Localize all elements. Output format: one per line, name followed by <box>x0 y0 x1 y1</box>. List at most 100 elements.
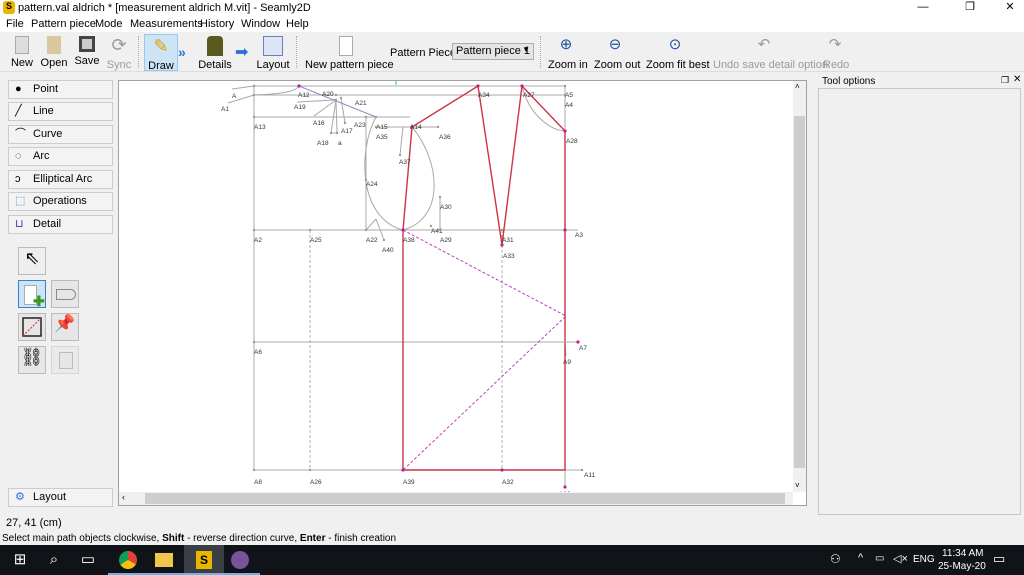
pattern-point[interactable] <box>401 228 405 232</box>
volume-muted-icon[interactable]: ◁× <box>893 552 908 565</box>
clock-time[interactable]: 11:34 AM <box>942 548 984 559</box>
point-label[interactable]: A3 <box>575 232 583 239</box>
pattern-point[interactable] <box>398 153 402 157</box>
point-label[interactable]: A13 <box>254 124 266 131</box>
file-explorer-icon[interactable] <box>144 545 184 575</box>
pattern-point[interactable] <box>438 195 442 199</box>
pattern-point[interactable] <box>343 121 347 125</box>
point-label[interactable]: A12 <box>298 92 310 99</box>
point-label[interactable]: A33 <box>503 253 515 260</box>
point-label[interactable]: A39 <box>403 479 415 486</box>
pattern-point[interactable] <box>252 93 256 97</box>
pattern-point[interactable] <box>476 84 480 88</box>
arrow-tool-button[interactable]: ⇖ <box>18 247 46 275</box>
pattern-point[interactable] <box>334 98 338 102</box>
group-operations[interactable]: ⬚ Operations <box>8 192 113 211</box>
group-point[interactable]: ● Point <box>8 80 113 99</box>
task-view-icon[interactable]: ▭ <box>68 545 108 575</box>
open-button[interactable]: Open <box>40 34 68 71</box>
point-label[interactable]: A9 <box>563 359 571 366</box>
pattern-point[interactable] <box>329 131 333 135</box>
pattern-drawing[interactable]: AA1 A12 A20 A19 A21 A16 A17 A18 a A13 A23 A15 A35 A14… <box>119 81 793 492</box>
pattern-point[interactable] <box>339 96 343 100</box>
layout-button[interactable]: Layout <box>256 34 290 71</box>
point-label[interactable]: A38 <box>403 237 415 244</box>
point-label[interactable]: A1 <box>221 106 229 113</box>
new-button[interactable]: New <box>8 34 36 71</box>
point-label[interactable]: A36 <box>439 134 451 141</box>
battery-icon[interactable]: ▭ <box>875 553 884 564</box>
pattern-point[interactable] <box>580 468 584 472</box>
point-label[interactable]: A28 <box>566 138 578 145</box>
point-label[interactable]: A32 <box>502 479 514 486</box>
minimize-button[interactable]: — <box>908 0 938 16</box>
seamly2d-taskbar-icon[interactable]: S <box>184 545 224 575</box>
point-label[interactable]: A35 <box>376 134 388 141</box>
pattern-point[interactable] <box>252 228 256 232</box>
pattern-point[interactable] <box>308 468 312 472</box>
group-arc[interactable]: ◌ Arc <box>8 147 113 166</box>
horizontal-scroll-thumb[interactable] <box>145 493 785 504</box>
pattern-point[interactable] <box>252 468 256 472</box>
pattern-point[interactable] <box>563 485 567 489</box>
pin-tool-button[interactable]: 📌 <box>51 313 79 341</box>
pattern-point[interactable] <box>438 228 442 232</box>
pattern-point[interactable] <box>252 115 256 119</box>
undo-button[interactable]: ↶ Undo save detail option <box>713 34 828 71</box>
point-label[interactable]: A40 <box>382 247 394 254</box>
point-label[interactable]: A25 <box>310 237 322 244</box>
point-label[interactable]: A18 <box>317 140 329 147</box>
pattern-point[interactable] <box>429 224 433 228</box>
details-button[interactable]: Details <box>198 34 232 71</box>
point-label[interactable]: A29 <box>440 237 452 244</box>
zoom-fit-best-button[interactable]: ⊙ Zoom fit best <box>646 34 710 71</box>
close-button[interactable]: ✕ <box>995 0 1024 16</box>
point-label[interactable]: A21 <box>355 100 367 107</box>
pattern-point[interactable] <box>364 115 368 119</box>
point-label[interactable]: A7 <box>579 345 587 352</box>
point-label[interactable]: A24 <box>366 181 378 188</box>
point-label[interactable]: A8 <box>254 479 262 486</box>
scroll-left-icon[interactable]: ‹ <box>122 492 125 502</box>
pattern-point[interactable] <box>308 228 312 232</box>
pattern-point[interactable] <box>364 228 368 232</box>
save-button[interactable]: Save <box>73 34 101 71</box>
point-label[interactable]: A2 <box>254 237 262 244</box>
pattern-point[interactable] <box>500 243 504 247</box>
pattern-point[interactable] <box>436 125 440 129</box>
vertical-scroll-thumb[interactable] <box>794 116 805 468</box>
pattern-point[interactable] <box>297 84 301 88</box>
group-detail[interactable]: ⊔ Detail <box>8 215 113 234</box>
menu-file[interactable]: File <box>6 18 24 30</box>
point-label[interactable]: A5 <box>565 92 573 99</box>
pattern-point[interactable] <box>563 129 567 133</box>
pattern-point[interactable] <box>520 84 524 88</box>
group-elliptical-arc[interactable]: ↄ Elliptical Arc <box>8 170 113 189</box>
point-label[interactable]: A30 <box>440 204 452 211</box>
internal-path-tool-button[interactable] <box>18 313 46 341</box>
maximize-button[interactable]: ❐ <box>955 0 985 16</box>
point-label[interactable]: A4 <box>565 102 573 109</box>
point-label[interactable]: A22 <box>366 237 378 244</box>
chevron-up-icon[interactable]: ^ <box>858 552 863 564</box>
menu-help[interactable]: Help <box>286 18 309 30</box>
point-label[interactable]: A34 <box>478 92 490 99</box>
insert-node-tool-button[interactable]: ⛓ <box>18 346 46 374</box>
viber-icon[interactable] <box>220 545 260 575</box>
layout-group-button[interactable]: ⚙ Layout <box>8 488 113 507</box>
pattern-point[interactable] <box>334 93 338 97</box>
redo-button[interactable]: ↷ Redo <box>823 34 849 71</box>
menu-window[interactable]: Window <box>241 18 280 30</box>
point-label[interactable]: A16 <box>313 120 325 127</box>
point-label[interactable]: A6 <box>254 349 262 356</box>
pattern-point[interactable] <box>563 228 567 232</box>
pattern-point[interactable] <box>576 340 580 344</box>
dock-float-icon[interactable]: ❐ <box>1001 75 1009 86</box>
point-label[interactable]: A <box>232 93 237 100</box>
point-label[interactable]: A19 <box>294 104 306 111</box>
menu-history[interactable]: History <box>200 18 234 30</box>
dock-close-icon[interactable]: ✕ <box>1013 74 1021 85</box>
pattern-point[interactable] <box>252 84 256 88</box>
new-detail-tool-button[interactable]: ✚ <box>18 280 46 309</box>
point-label[interactable]: A11 <box>584 472 595 479</box>
